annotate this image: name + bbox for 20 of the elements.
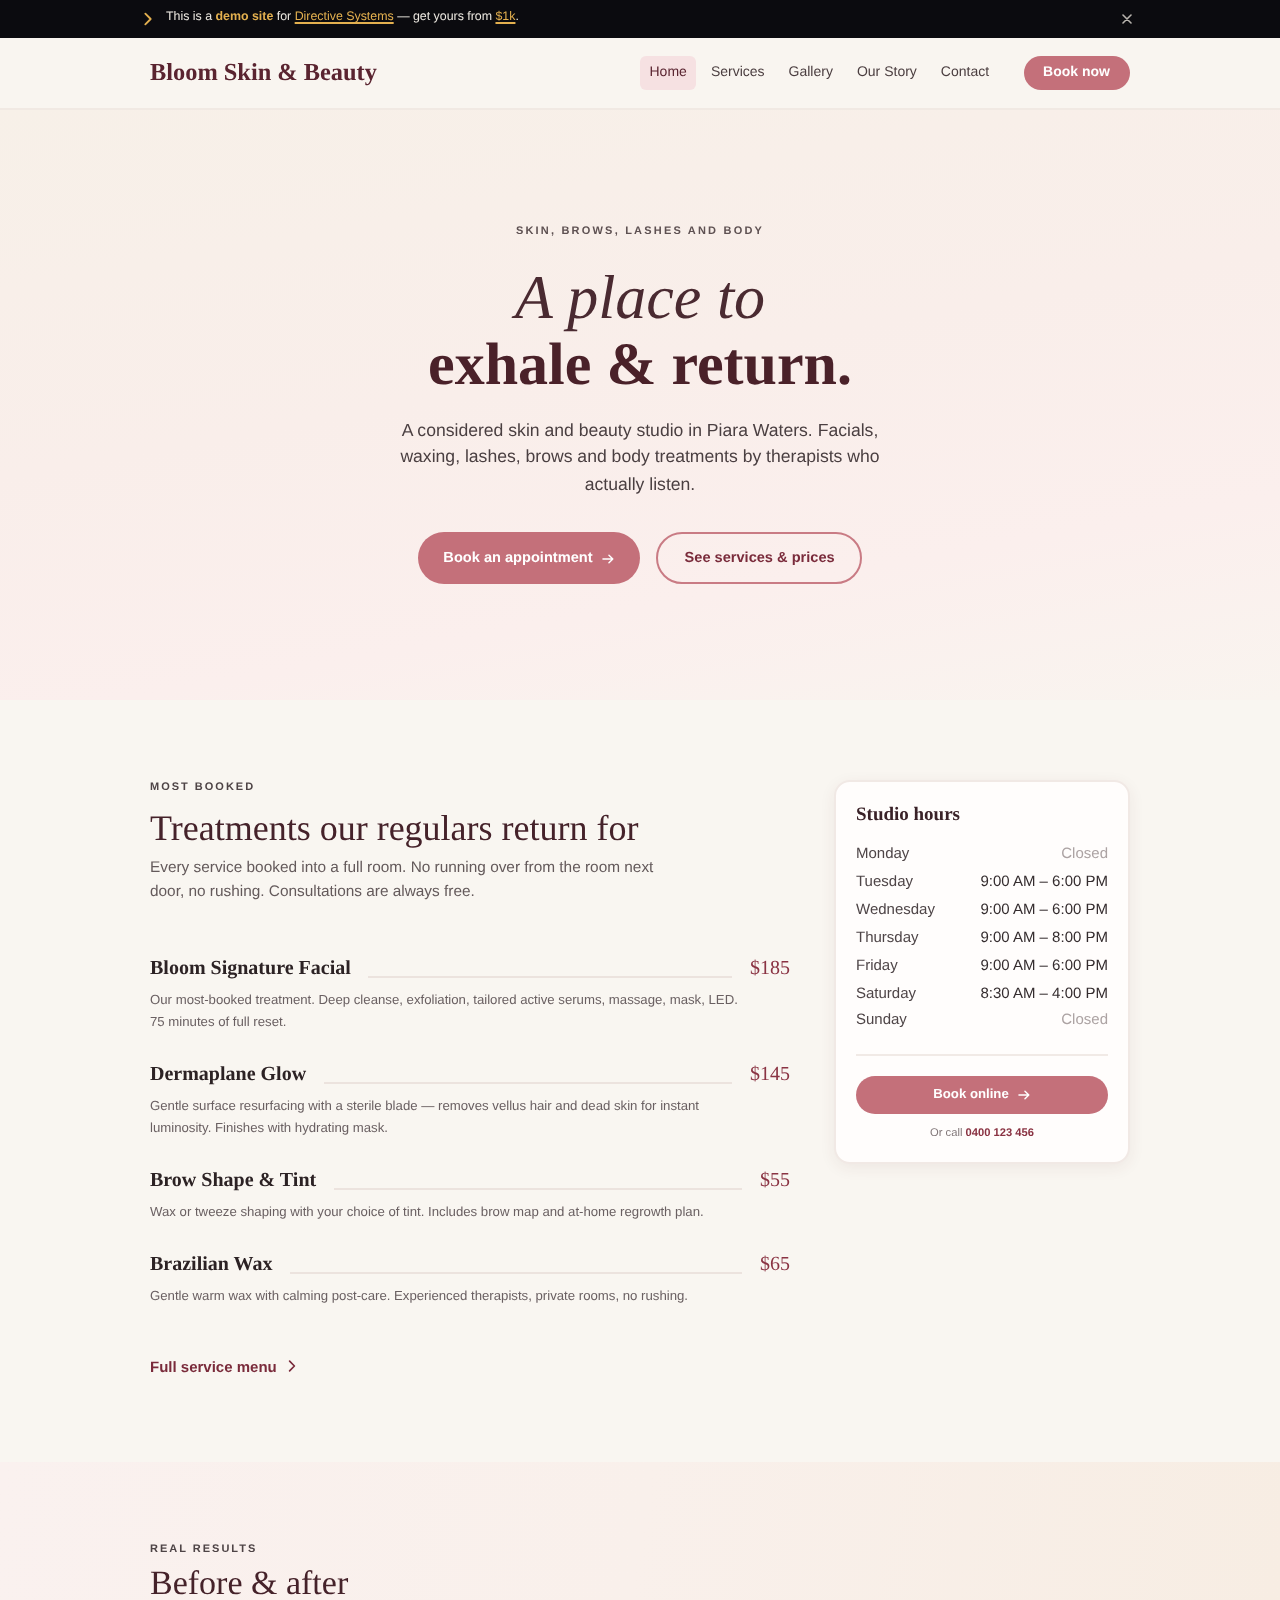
section-title: Treatments our regulars return for <box>150 805 641 849</box>
service-name: Bloom Signature Facial <box>150 955 351 983</box>
logo-text: Bloom Skin & Beauty <box>150 60 377 86</box>
arrow-right-icon <box>602 553 615 563</box>
service-price: $55 <box>760 1167 790 1195</box>
service-name: Brow Shape & Tint <box>150 1167 317 1195</box>
hero-title: A place to <box>514 263 766 331</box>
hero-description: A considered skin and beauty studio in Piara Waters. Facials, waxing, lashes, brows and body treatments by therapists who actually listen. <box>398 417 882 498</box>
arrow-right-icon <box>1018 1090 1031 1101</box>
service-price: $65 <box>760 1251 790 1279</box>
chevron-right-icon <box>288 1360 297 1373</box>
close-icon[interactable] <box>1122 14 1132 24</box>
service-name: Brazilian Wax <box>150 1251 273 1279</box>
hours-title: Studio hours <box>856 804 963 828</box>
chevron-right-icon <box>144 12 152 26</box>
service-price: $185 <box>750 955 790 983</box>
section-title: Before & after <box>150 1563 351 1600</box>
hero-title: exhale & return. <box>428 331 852 399</box>
service-name: Dermaplane Glow <box>150 1061 307 1089</box>
service-price: $145 <box>750 1061 790 1089</box>
